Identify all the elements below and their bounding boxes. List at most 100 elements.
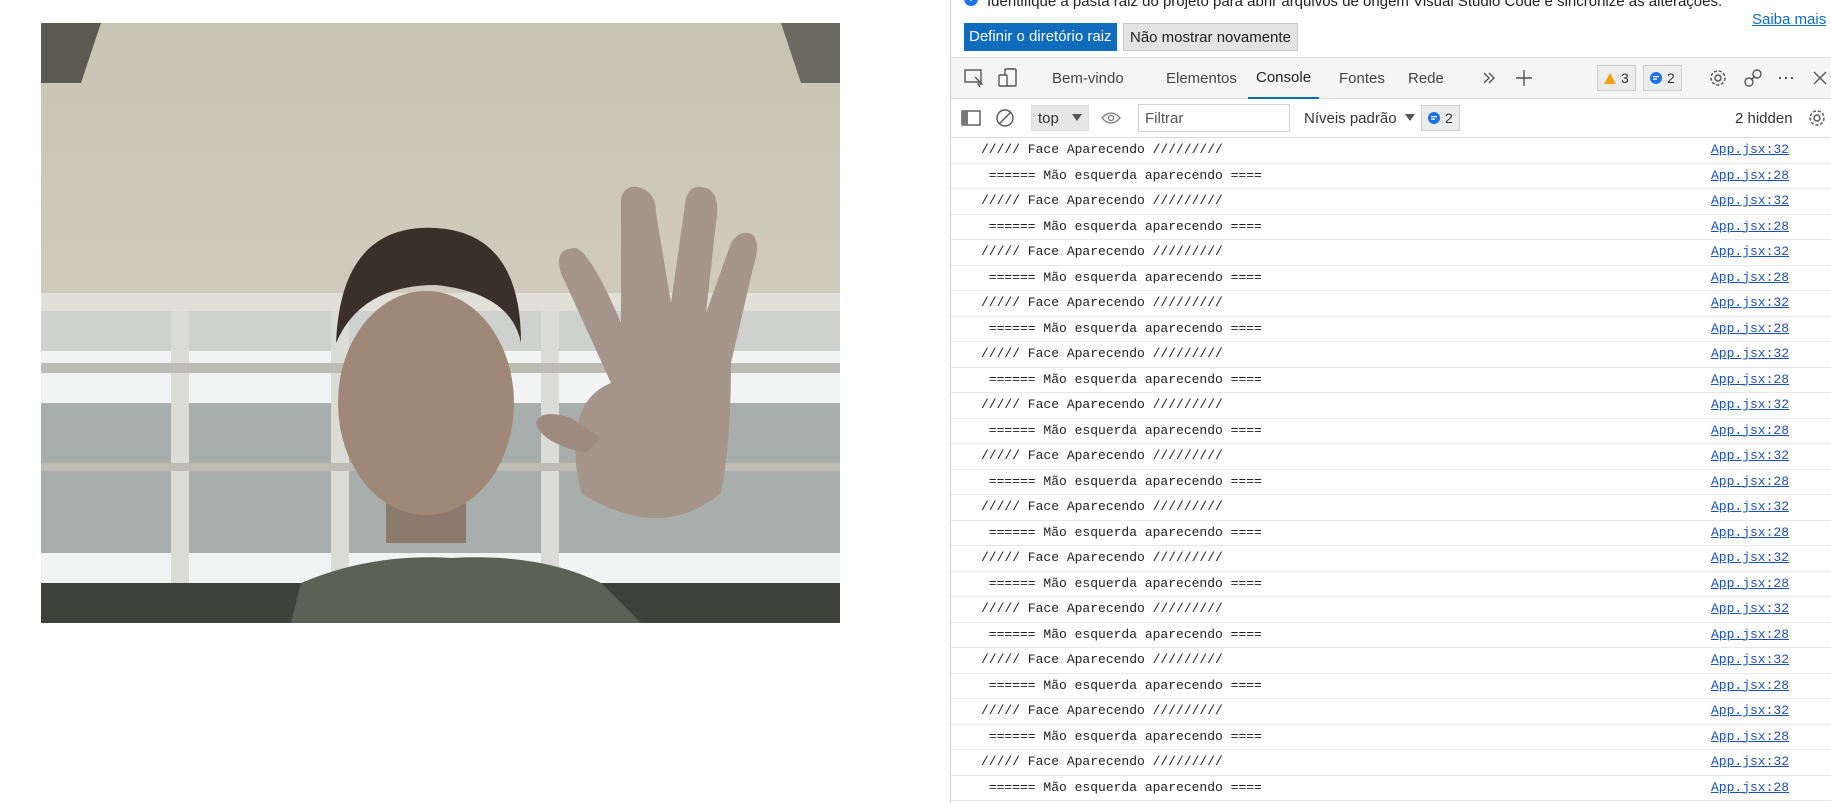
source-link[interactable]: App.jsx:32 bbox=[1711, 703, 1789, 718]
console-message: ///// Face Aparecendo ///////// App.jsx:3… bbox=[951, 546, 1831, 572]
source-link[interactable]: App.jsx:28 bbox=[1711, 678, 1789, 693]
console-message-text: ====== Mão esquerda aparecendo ==== bbox=[981, 269, 1262, 285]
settings-icon[interactable] bbox=[1705, 58, 1731, 98]
devtools-tabbar: Bem-vindo Elementos Console Fontes Rede … bbox=[951, 57, 1831, 99]
source-link[interactable]: App.jsx:32 bbox=[1711, 193, 1789, 208]
warning-icon bbox=[1604, 72, 1616, 84]
console-message-text: ====== Mão esquerda aparecendo ==== bbox=[981, 677, 1262, 693]
connect-icon[interactable] bbox=[1740, 58, 1766, 98]
console-message: ====== Mão esquerda aparecendo ==== App.j… bbox=[951, 164, 1831, 189]
context-selector[interactable]: top bbox=[1031, 105, 1089, 131]
inspect-icon[interactable] bbox=[961, 58, 987, 98]
console-message-text: ====== Mão esquerda aparecendo ==== bbox=[981, 371, 1262, 387]
console-message-text: ====== Mão esquerda aparecendo ==== bbox=[981, 728, 1262, 744]
console-message-text: ///// Face Aparecendo ///////// bbox=[981, 499, 1223, 514]
source-link[interactable]: App.jsx:32 bbox=[1711, 754, 1789, 769]
console-message-text: ///// Face Aparecendo ///////// bbox=[981, 397, 1223, 412]
chevron-down-icon bbox=[1072, 114, 1082, 121]
more-tabs-icon[interactable] bbox=[1476, 58, 1502, 98]
console-message-text: ///// Face Aparecendo ///////// bbox=[981, 703, 1223, 718]
message-icon bbox=[1428, 112, 1440, 124]
source-link[interactable]: App.jsx:32 bbox=[1711, 244, 1789, 259]
console-message: ====== Mão esquerda aparecendo ==== App.j… bbox=[951, 215, 1831, 240]
source-link[interactable]: App.jsx:32 bbox=[1711, 499, 1789, 514]
console-message: ====== Mão esquerda aparecendo ==== App.j… bbox=[951, 623, 1831, 648]
tab-welcome[interactable]: Bem-vindo bbox=[1044, 58, 1132, 98]
source-link[interactable]: App.jsx:28 bbox=[1711, 780, 1789, 795]
context-label: top bbox=[1038, 109, 1059, 127]
console-message: ====== Mão esquerda aparecendo ==== App.j… bbox=[951, 725, 1831, 750]
filter-messages-count: 2 bbox=[1445, 110, 1453, 126]
console-message-text: ///// Face Aparecendo ///////// bbox=[981, 346, 1223, 361]
console-message: ====== Mão esquerda aparecendo ==== App.j… bbox=[951, 266, 1831, 291]
warnings-badge[interactable]: 3 bbox=[1597, 65, 1636, 91]
source-link[interactable]: App.jsx:28 bbox=[1711, 270, 1789, 285]
console-message-text: ///// Face Aparecendo ///////// bbox=[981, 193, 1223, 208]
source-link[interactable]: App.jsx:32 bbox=[1711, 346, 1789, 361]
source-link[interactable]: App.jsx:28 bbox=[1711, 525, 1789, 540]
filter-input[interactable] bbox=[1138, 104, 1290, 132]
warnings-count: 3 bbox=[1621, 70, 1629, 86]
tab-sources[interactable]: Fontes bbox=[1331, 58, 1393, 98]
close-icon[interactable] bbox=[1807, 58, 1831, 98]
filter-messages-badge[interactable]: 2 bbox=[1421, 105, 1460, 131]
console-message: ====== Mão esquerda aparecendo ==== App.j… bbox=[951, 521, 1831, 546]
console-message-text: ///// Face Aparecendo ///////// bbox=[981, 601, 1223, 616]
source-link[interactable]: App.jsx:32 bbox=[1711, 601, 1789, 616]
source-link[interactable]: App.jsx:28 bbox=[1711, 168, 1789, 183]
source-link[interactable]: App.jsx:28 bbox=[1711, 474, 1789, 489]
console-message-text: ====== Mão esquerda aparecendo ==== bbox=[981, 320, 1262, 336]
source-link[interactable]: App.jsx:32 bbox=[1711, 652, 1789, 667]
source-link[interactable]: App.jsx:32 bbox=[1711, 448, 1789, 463]
console-message-text: ///// Face Aparecendo ///////// bbox=[981, 448, 1223, 463]
tab-console[interactable]: Console bbox=[1248, 58, 1320, 99]
source-link[interactable]: App.jsx:28 bbox=[1711, 576, 1789, 591]
console-message-text: ====== Mão esquerda aparecendo ==== bbox=[981, 167, 1262, 183]
console-message: ///// Face Aparecendo ///////// App.jsx:3… bbox=[951, 444, 1831, 470]
learn-more-link[interactable]: Saiba mais bbox=[1752, 11, 1826, 28]
source-link[interactable]: App.jsx:28 bbox=[1711, 219, 1789, 234]
tab-network[interactable]: Rede bbox=[1400, 58, 1452, 98]
console-settings-icon[interactable] bbox=[1807, 105, 1831, 131]
tab-elements[interactable]: Elementos bbox=[1158, 58, 1245, 98]
add-tab-icon[interactable] bbox=[1511, 58, 1537, 98]
set-root-directory-button[interactable]: Definir o diretório raiz bbox=[964, 23, 1117, 51]
console-message: ///// Face Aparecendo ///////// App.jsx:3… bbox=[951, 342, 1831, 368]
console-message-text: ====== Mão esquerda aparecendo ==== bbox=[981, 218, 1262, 234]
eye-icon[interactable] bbox=[1101, 105, 1125, 131]
devtools-panel: i Identifique a pasta raiz do projeto pa… bbox=[950, 0, 1831, 803]
source-link[interactable]: App.jsx:32 bbox=[1711, 295, 1789, 310]
console-message-text: ====== Mão esquerda aparecendo ==== bbox=[981, 524, 1262, 540]
source-link[interactable]: App.jsx:28 bbox=[1711, 729, 1789, 744]
device-emulation-icon[interactable] bbox=[995, 58, 1021, 98]
source-link[interactable]: App.jsx:32 bbox=[1711, 397, 1789, 412]
source-link[interactable]: App.jsx:28 bbox=[1711, 321, 1789, 336]
more-icon[interactable]: ⋯ bbox=[1773, 58, 1799, 98]
sidebar-icon[interactable] bbox=[961, 105, 985, 131]
clear-icon[interactable] bbox=[995, 105, 1019, 131]
console-message-text: ///// Face Aparecendo ///////// bbox=[981, 142, 1223, 157]
console-message: ///// Face Aparecendo ///////// App.jsx:3… bbox=[951, 495, 1831, 521]
messages-count: 2 bbox=[1667, 70, 1675, 86]
source-link[interactable]: App.jsx:28 bbox=[1711, 627, 1789, 642]
console-message-text: ///// Face Aparecendo ///////// bbox=[981, 295, 1223, 310]
console-message: ====== Mão esquerda aparecendo ==== App.j… bbox=[951, 572, 1831, 597]
info-icon: i bbox=[964, 0, 978, 6]
console-filterbar: top Níveis padrão 2 2 hidden bbox=[951, 99, 1831, 138]
console-message-text: ///// Face Aparecendo ///////// bbox=[981, 754, 1223, 769]
console-message: ///// Face Aparecendo ///////// App.jsx:3… bbox=[951, 240, 1831, 266]
source-link[interactable]: App.jsx:32 bbox=[1711, 142, 1789, 157]
dont-show-again-button[interactable]: Não mostrar novamente bbox=[1123, 23, 1298, 51]
messages-badge[interactable]: 2 bbox=[1643, 65, 1682, 91]
console-message-text: ====== Mão esquerda aparecendo ==== bbox=[981, 779, 1262, 795]
console-message: ====== Mão esquerda aparecendo ==== App.j… bbox=[951, 776, 1831, 801]
source-link[interactable]: App.jsx:28 bbox=[1711, 372, 1789, 387]
source-link[interactable]: App.jsx:32 bbox=[1711, 550, 1789, 565]
console-message-text: ====== Mão esquerda aparecendo ==== bbox=[981, 626, 1262, 642]
console-message: ///// Face Aparecendo ///////// App.jsx:3… bbox=[951, 291, 1831, 317]
levels-dropdown[interactable]: Níveis padrão bbox=[1304, 105, 1415, 131]
source-link[interactable]: App.jsx:28 bbox=[1711, 423, 1789, 438]
console-message-text: ///// Face Aparecendo ///////// bbox=[981, 244, 1223, 259]
infobar-message: Identifique a pasta raiz do projeto para… bbox=[987, 0, 1723, 10]
infobar: i Identifique a pasta raiz do projeto pa… bbox=[951, 0, 1831, 57]
